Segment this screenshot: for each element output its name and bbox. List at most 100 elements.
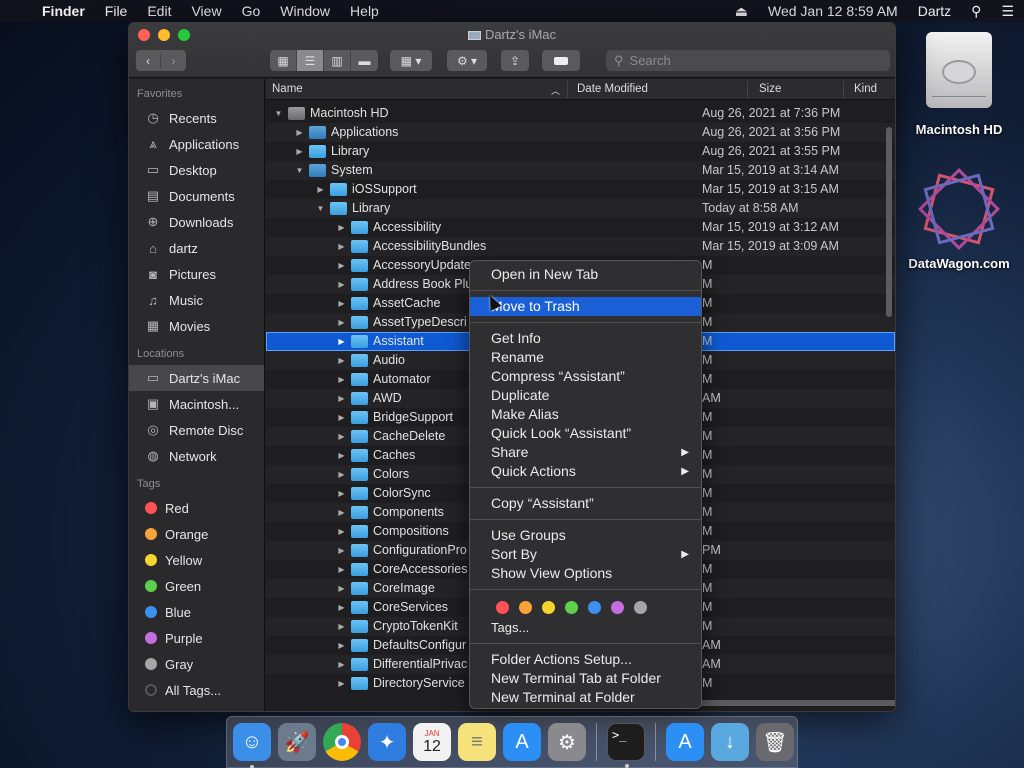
app-store-icon[interactable]: A	[503, 723, 541, 761]
safari-icon[interactable]: ✦	[368, 723, 406, 761]
tag-color-dot-icon[interactable]	[565, 600, 578, 614]
desktop-item-datawagon[interactable]: DataWagon.com	[905, 167, 1013, 271]
disclosure-closed-icon[interactable]: ▶	[295, 128, 304, 137]
sidebar-tag-red[interactable]: Red	[129, 495, 264, 521]
disclosure-closed-icon[interactable]: ▶	[337, 242, 346, 251]
menu-item-share[interactable]: Share ▶	[470, 443, 701, 462]
table-row[interactable]: ▶iOSSupportMar 15, 2019 at 3:15 AM--Fold…	[266, 180, 895, 199]
sidebar-item-macintosh[interactable]: ▣ Macintosh...	[129, 391, 264, 417]
disclosure-closed-icon[interactable]: ▶	[337, 489, 346, 498]
disclosure-closed-icon[interactable]: ▶	[337, 565, 346, 574]
column-view-icon[interactable]: ▥	[324, 50, 351, 71]
sidebar-item-downloads[interactable]: ⊕ Downloads	[129, 209, 264, 235]
sidebar-tag-all-tags[interactable]: All Tags...	[129, 677, 264, 703]
tag-color-dot-icon[interactable]	[634, 600, 647, 614]
tag-color-dot-icon[interactable]	[611, 600, 624, 614]
terminal-icon[interactable]: >_	[607, 723, 645, 768]
column-name[interactable]: Name	[272, 83, 303, 95]
disclosure-closed-icon[interactable]: ▶	[316, 185, 325, 194]
notes-icon[interactable]: ≡	[458, 723, 496, 761]
title-bar[interactable]: Dartz's iMac ‹ › ▦ ☰ ▥ ▬ ▦ ▾ ⚙ ▾ ⇪ ⚲ Sea…	[129, 23, 895, 78]
forward-icon[interactable]: ›	[161, 54, 186, 68]
disclosure-closed-icon[interactable]: ▶	[337, 622, 346, 631]
disclosure-closed-icon[interactable]: ▶	[337, 603, 346, 612]
column-size[interactable]: Size	[759, 83, 781, 95]
sidebar-item-desktop[interactable]: ▭ Desktop	[129, 157, 264, 183]
chrome-icon[interactable]	[323, 723, 361, 761]
menu-window[interactable]: Window	[270, 3, 340, 19]
eject-icon[interactable]: ⏏	[725, 3, 758, 20]
system-preferences-icon[interactable]: ⚙	[548, 723, 586, 761]
menu-item-sort-by[interactable]: Sort By ▶	[470, 545, 701, 564]
disclosure-closed-icon[interactable]: ▶	[337, 451, 346, 460]
menu-item-new-terminal-at-folder[interactable]: New Terminal at Folder	[470, 688, 701, 707]
disclosure-closed-icon[interactable]: ▶	[337, 660, 346, 669]
disclosure-closed-icon[interactable]: ▶	[337, 375, 346, 384]
disclosure-open-icon[interactable]: ▼	[274, 109, 283, 118]
menu-item-show-view-options[interactable]: Show View Options	[470, 564, 701, 583]
disclosure-closed-icon[interactable]: ▶	[337, 432, 346, 441]
share-button[interactable]: ⇪	[501, 50, 529, 71]
sidebar-item-applications[interactable]: ⩓ Applications	[129, 131, 264, 157]
vertical-scrollbar[interactable]	[886, 127, 892, 317]
menu-item-make-alias[interactable]: Make Alias	[470, 405, 701, 424]
calendar-icon[interactable]: JAN 12	[413, 723, 451, 761]
disclosure-open-icon[interactable]: ▼	[316, 204, 325, 213]
table-row[interactable]: ▼LibraryToday at 8:58 AM--Folde	[266, 199, 895, 218]
menu-help[interactable]: Help	[340, 3, 389, 19]
disclosure-closed-icon[interactable]: ▶	[337, 546, 346, 555]
menu-item-duplicate[interactable]: Duplicate	[470, 386, 701, 405]
disclosure-closed-icon[interactable]: ▶	[337, 413, 346, 422]
menu-file[interactable]: File	[95, 3, 138, 19]
sidebar-item-movies[interactable]: ▦ Movies	[129, 313, 264, 339]
applications-folder-icon[interactable]: A	[666, 723, 704, 761]
notification-center-icon[interactable]: ☰	[991, 3, 1024, 20]
disclosure-closed-icon[interactable]: ▶	[337, 508, 346, 517]
search-field[interactable]: ⚲ Search	[606, 50, 890, 71]
table-row[interactable]: ▶AccessibilityMar 15, 2019 at 3:12 AM--F…	[266, 218, 895, 237]
menubar-user[interactable]: Dartz	[908, 3, 961, 19]
menu-item-get-info[interactable]: Get Info	[470, 329, 701, 348]
sidebar-item-dartz-s-imac[interactable]: ▭ Dartz's iMac	[129, 365, 264, 391]
list-view-icon[interactable]: ☰	[297, 50, 324, 71]
table-row[interactable]: ▶ApplicationsAug 26, 2021 at 3:56 PM--Fo…	[266, 123, 895, 142]
menu-item-use-groups[interactable]: Use Groups	[470, 526, 701, 545]
sidebar-tag-green[interactable]: Green	[129, 573, 264, 599]
disclosure-closed-icon[interactable]: ▶	[337, 679, 346, 688]
gallery-view-icon[interactable]: ▬	[351, 50, 378, 71]
sidebar-tag-blue[interactable]: Blue	[129, 599, 264, 625]
sidebar-tag-yellow[interactable]: Yellow	[129, 547, 264, 573]
disclosure-closed-icon[interactable]: ▶	[337, 223, 346, 232]
icon-view-icon[interactable]: ▦	[270, 50, 297, 71]
menu-item-quick-actions[interactable]: Quick Actions ▶	[470, 462, 701, 481]
disclosure-open-icon[interactable]: ▼	[295, 166, 304, 175]
table-row[interactable]: ▶LibraryAug 26, 2021 at 3:55 PM--Folde	[266, 142, 895, 161]
menu-item-move-to-trash[interactable]: Move to Trash	[470, 297, 701, 316]
table-row[interactable]: ▼SystemMar 15, 2019 at 3:14 AM--Folde	[266, 161, 895, 180]
menu-item-new-terminal-tab-at-folder[interactable]: New Terminal Tab at Folder	[470, 669, 701, 688]
sidebar-item-dartz[interactable]: ⌂ dartz	[129, 235, 264, 261]
menu-item-folder-actions-setup[interactable]: Folder Actions Setup...	[470, 650, 701, 669]
disclosure-closed-icon[interactable]: ▶	[337, 337, 346, 346]
disclosure-closed-icon[interactable]: ▶	[337, 394, 346, 403]
sidebar-tag-purple[interactable]: Purple	[129, 625, 264, 651]
menu-item-compress-assistant[interactable]: Compress “Assistant”	[470, 367, 701, 386]
menu-item-rename[interactable]: Rename	[470, 348, 701, 367]
sidebar-item-recents[interactable]: ◷ Recents	[129, 105, 264, 131]
tag-button[interactable]	[542, 50, 580, 71]
tag-color-dot-icon[interactable]	[588, 600, 601, 614]
sidebar-item-pictures[interactable]: ◙ Pictures	[129, 261, 264, 287]
action-button[interactable]: ⚙ ▾	[447, 50, 487, 71]
menu-item-tags[interactable]: Tags...	[470, 618, 701, 637]
disclosure-closed-icon[interactable]: ▶	[295, 147, 304, 156]
group-button[interactable]: ▦ ▾	[390, 50, 432, 71]
menubar-clock[interactable]: Wed Jan 12 8:59 AM	[758, 3, 908, 19]
disclosure-closed-icon[interactable]: ▶	[337, 584, 346, 593]
disclosure-closed-icon[interactable]: ▶	[337, 527, 346, 536]
sidebar-item-network[interactable]: ◍ Network	[129, 443, 264, 469]
finder-icon[interactable]: ☺	[233, 723, 271, 768]
disclosure-closed-icon[interactable]: ▶	[337, 280, 346, 289]
disclosure-closed-icon[interactable]: ▶	[337, 318, 346, 327]
launchpad-icon[interactable]: 🚀	[278, 723, 316, 761]
sidebar-item-music[interactable]: ♫ Music	[129, 287, 264, 313]
